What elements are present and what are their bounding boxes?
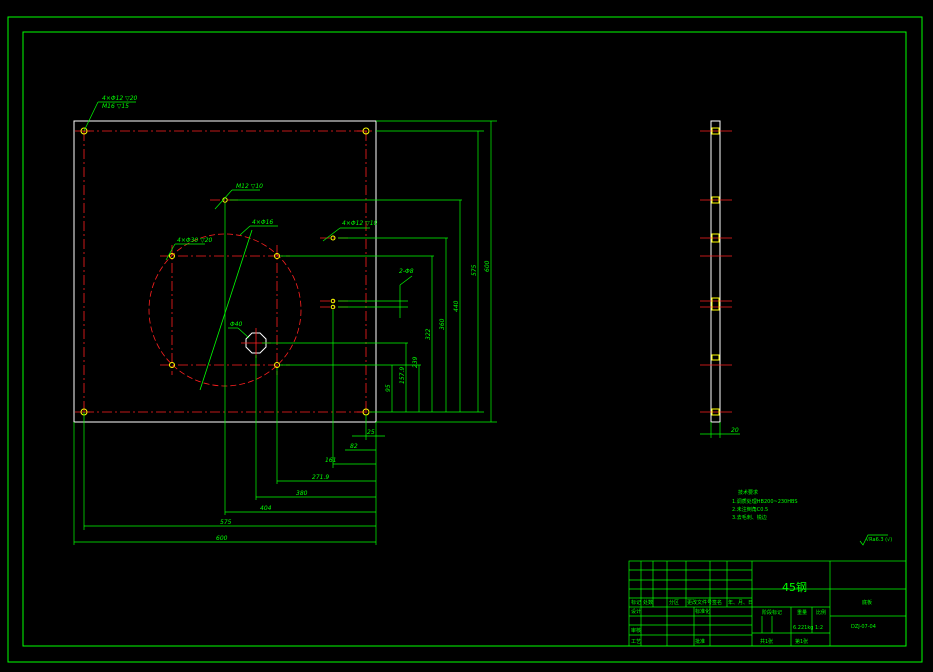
tech-line2: 2.未注倒角C0.5 — [732, 506, 768, 513]
role-process: 工艺 — [631, 639, 641, 645]
note-hole-circle: 4×Φ30 ▽20 — [177, 237, 213, 244]
dim-h157: 157.9 — [399, 367, 406, 384]
rev-header-3: 更改文件号 — [687, 599, 712, 606]
dim-h600: 600 — [484, 260, 491, 272]
annotations: 4×Φ12 ▽20 M16 ▽15 M12 ▽10 4×Φ30 ▽20 4×Φ1… — [102, 95, 892, 645]
material: 45钢 — [782, 581, 807, 594]
note-hole-4-sub: M16 ▽15 — [102, 103, 129, 110]
approve-label: 批准 — [695, 638, 705, 645]
weight-label: 重量 — [797, 609, 807, 616]
side-view — [700, 120, 740, 438]
outer-frame — [7, 16, 923, 663]
mark-label: 阶段标记 — [762, 609, 782, 616]
dim-w380: 380 — [296, 490, 308, 497]
sheets: 共1张 — [760, 638, 773, 645]
role-design: 设计 — [631, 608, 641, 615]
note-hole-m2: 4×Φ16 — [252, 219, 273, 226]
inner-frame — [22, 31, 907, 647]
dim-h575: 575 — [471, 264, 478, 276]
sheet: 第1张 — [795, 638, 808, 645]
note-two-holes: 2-Φ8 — [399, 268, 414, 275]
rev-header-4: 签名 — [712, 599, 722, 606]
note-m12: M12 ▽10 — [236, 183, 263, 190]
note-hole-r: 4×Φ12 ▽10 — [342, 220, 378, 227]
dim-h95: 95 — [385, 384, 392, 392]
std-label: 标准化 — [695, 608, 710, 615]
rev-header-2: 分区 — [669, 599, 679, 606]
dim-h322: 322 — [425, 328, 432, 340]
part-name: 底板 — [862, 599, 872, 606]
scale-value: 1:2 — [815, 625, 823, 631]
scale-label: 比例 — [816, 609, 826, 616]
dim-h239: 239 — [412, 356, 419, 368]
role-review: 审核 — [631, 627, 641, 634]
rev-header-5: 年、月、日 — [728, 599, 753, 606]
dim-w404: 404 — [260, 505, 272, 512]
dim-h360: 360 — [439, 318, 446, 330]
drawing-no: DZJ-07-04 — [851, 624, 876, 630]
rev-header-1: 处数 — [643, 599, 653, 606]
dim-w575: 575 — [220, 519, 232, 526]
dim-h440: 440 — [453, 300, 460, 312]
note-hole-4: 4×Φ12 ▽20 — [102, 95, 138, 102]
dim-w600: 600 — [216, 535, 228, 542]
dim-w25: 25 — [367, 429, 375, 436]
roughness-mark: √Ra6.3 (√) — [866, 537, 892, 543]
dim-w2719: 271.9 — [312, 474, 329, 481]
cad-drawing: 4×Φ12 ▽20 M16 ▽15 M12 ▽10 4×Φ30 ▽20 4×Φ1… — [7, 16, 923, 663]
tech-title: 技术要求 — [738, 489, 758, 496]
dim-side-w: 20 — [731, 427, 739, 434]
rev-header-0: 标记 — [631, 599, 641, 606]
tech-line1: 1.调质处理HB200~230HBS — [732, 498, 798, 505]
dim-w161: 161 — [325, 457, 336, 464]
dim-w82: 82 — [350, 443, 358, 450]
weight-value: 6.221kg — [793, 625, 813, 631]
tech-line3: 3.去毛刺、锐边 — [732, 514, 767, 521]
note-center-hole: Φ40 — [230, 321, 243, 328]
